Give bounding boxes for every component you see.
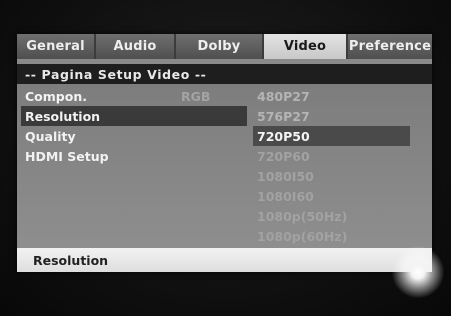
tab-general[interactable]: General xyxy=(17,34,96,59)
option-720p60[interactable]: 720P60 xyxy=(253,146,410,166)
settings-list: Compon. RGB Resolution Quality HDMI Setu… xyxy=(17,84,249,248)
tv-screen: General Audio Dolby Video Preference -- … xyxy=(0,0,451,316)
menu-content: Compon. RGB Resolution Quality HDMI Setu… xyxy=(17,84,432,248)
option-1080p50[interactable]: 1080p(50Hz) xyxy=(253,206,410,226)
menu-item-hdmi-setup[interactable]: HDMI Setup xyxy=(21,146,247,166)
menu-item-label: Compon. xyxy=(25,88,87,104)
tab-bar: General Audio Dolby Video Preference xyxy=(17,34,432,59)
tab-video[interactable]: Video xyxy=(264,34,348,59)
tab-dolby[interactable]: Dolby xyxy=(176,34,264,59)
option-1080i50[interactable]: 1080I50 xyxy=(253,166,410,186)
option-576p27[interactable]: 576P27 xyxy=(253,106,410,126)
option-720p50[interactable]: 720P50 xyxy=(253,126,410,146)
option-1080p60[interactable]: 1080p(60Hz) xyxy=(253,226,410,246)
compon-value: RGB xyxy=(181,89,211,104)
menu-item-resolution[interactable]: Resolution xyxy=(21,106,247,126)
page-title: -- Pagina Setup Video -- xyxy=(17,64,432,84)
menu-item-label: Resolution xyxy=(25,108,101,124)
option-480p27[interactable]: 480P27 xyxy=(253,86,410,106)
resolution-options: 480P27 576P27 720P50 720P60 1080I50 1080… xyxy=(253,84,432,248)
status-bar: Resolution xyxy=(17,248,432,272)
menu-item-label: Quality xyxy=(25,128,76,144)
option-1080i60[interactable]: 1080I60 xyxy=(253,186,410,206)
menu-item-compon[interactable]: Compon. RGB xyxy=(21,86,247,106)
setup-menu: General Audio Dolby Video Preference -- … xyxy=(17,34,432,272)
screen-glare xyxy=(392,246,444,298)
menu-item-quality[interactable]: Quality xyxy=(21,126,247,146)
menu-item-label: HDMI Setup xyxy=(25,148,109,164)
tab-audio[interactable]: Audio xyxy=(96,34,176,59)
tab-preference[interactable]: Preference xyxy=(348,34,432,59)
